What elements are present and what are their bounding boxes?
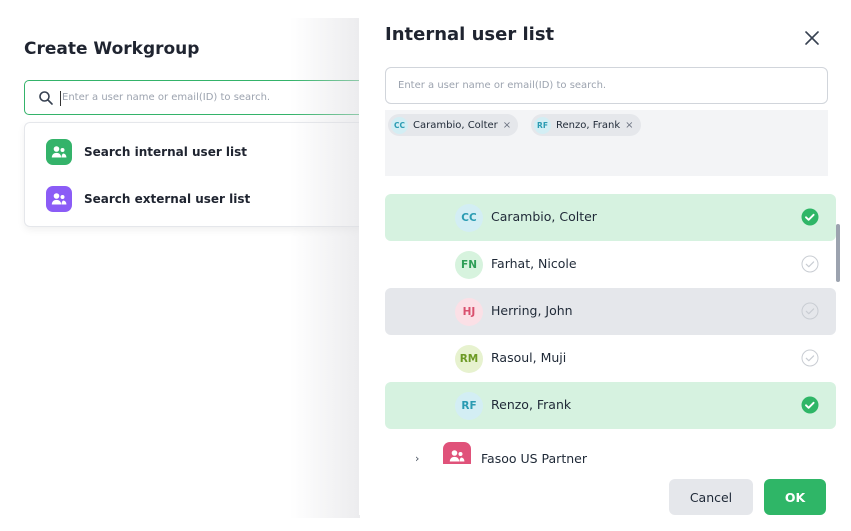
users-icon [443,442,471,464]
user-row[interactable]: RM Rasoul, Muji [385,335,836,382]
check-circle-icon[interactable] [801,302,819,320]
search-internal-label: Search internal user list [84,145,248,159]
remove-chip-icon[interactable]: × [503,120,511,131]
chip-name: Renzo, Frank [556,119,621,131]
avatar: FN [455,251,483,279]
avatar: RM [455,345,483,373]
user-row[interactable]: RF Renzo, Frank [385,382,836,429]
selected-users-area: CC Carambio, Colter × RF Renzo, Frank × [385,110,828,176]
close-icon[interactable] [801,27,823,49]
avatar: CC [391,116,408,134]
avatar: RF [455,392,483,420]
user-name: Rasoul, Muji [491,350,567,365]
user-row[interactable]: CC Carambio, Colter [385,194,836,241]
internal-user-list-dialog: Internal user list Enter a user name or … [359,18,851,515]
user-name: Renzo, Frank [491,397,572,412]
page-title: Create Workgroup [24,39,200,59]
chevron-right-icon[interactable]: › [415,452,419,464]
avatar: RF [534,116,551,134]
group-row[interactable]: › Fasoo US Partner [385,440,836,464]
cancel-button[interactable]: Cancel [669,479,753,515]
remove-chip-icon[interactable]: × [625,120,633,131]
user-name: Herring, John [491,303,573,318]
search-external-option[interactable]: Search external user list [46,185,250,213]
users-icon [46,139,72,165]
check-circle-icon[interactable] [801,255,819,273]
list-scrollbar[interactable] [836,224,840,282]
text-cursor [60,91,61,106]
dialog-title: Internal user list [385,24,555,45]
group-label: Fasoo US Partner [481,451,587,464]
search-placeholder: Enter a user name or email(ID) to search… [398,80,607,91]
avatar: CC [455,204,483,232]
check-circle-icon[interactable] [801,208,819,226]
ok-button[interactable]: OK [764,479,826,515]
user-list: CC Carambio, Colter FN Farhat, Nicole HJ… [385,194,836,464]
user-search-field[interactable]: Enter a user name or email(ID) to search… [385,67,828,104]
modal-shadow [290,18,360,518]
avatar: HJ [455,298,483,326]
selected-user-chip: RF Renzo, Frank × [531,114,641,136]
user-name: Carambio, Colter [491,209,597,224]
chip-name: Carambio, Colter [413,119,498,131]
user-row[interactable]: FN Farhat, Nicole [385,241,836,288]
search-placeholder: Enter a user name or email(ID) to search… [62,92,271,103]
users-icon [46,186,72,212]
check-circle-icon[interactable] [801,349,819,367]
search-icon [39,91,53,105]
user-name: Farhat, Nicole [491,256,577,271]
search-external-label: Search external user list [84,192,251,206]
selected-user-chip: CC Carambio, Colter × [388,114,519,136]
check-circle-icon[interactable] [801,396,819,414]
search-internal-option[interactable]: Search internal user list [46,138,247,166]
user-row[interactable]: HJ Herring, John [385,288,836,335]
